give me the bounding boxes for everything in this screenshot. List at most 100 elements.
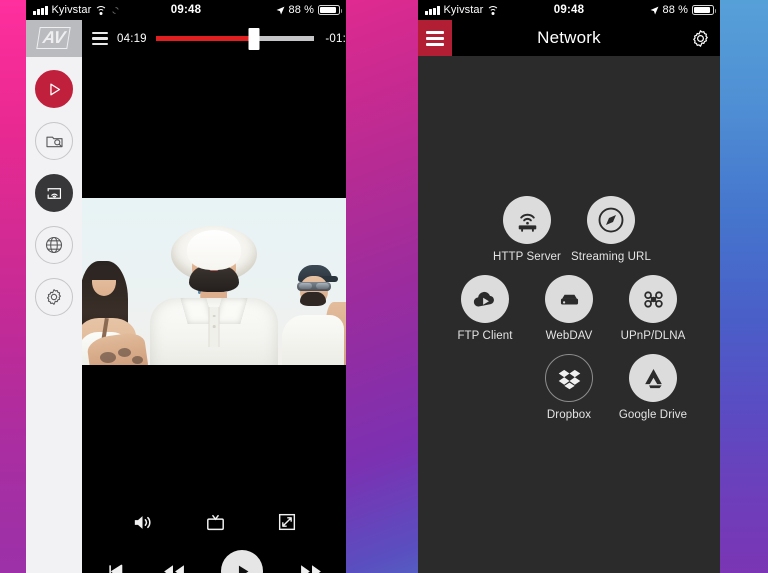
sync-icon xyxy=(112,6,120,14)
dropbox-icon xyxy=(545,354,593,402)
hard-drive-icon xyxy=(545,275,593,323)
network-header: Network xyxy=(418,20,720,56)
service-dropbox[interactable]: Dropbox xyxy=(527,354,611,421)
service-google-drive[interactable]: Google Drive xyxy=(611,354,695,421)
hamburger-menu-icon[interactable] xyxy=(92,31,108,46)
tv-icon xyxy=(207,514,224,530)
player-controls-secondary-row xyxy=(82,505,346,539)
folder-search-icon xyxy=(45,136,63,147)
sidebar-item-browser[interactable] xyxy=(35,226,73,264)
network-services-grid: HTTP Server Streaming URL FTP Client Web… xyxy=(418,56,720,573)
status-bar-right-group: 88 % xyxy=(650,4,720,16)
status-bar-left: Kyivstar 09:48 88 % xyxy=(26,0,346,20)
rewind-button[interactable] xyxy=(161,559,186,573)
left-phone-body: AV 04:19 -01: xyxy=(26,20,346,573)
app-logo-label: AV xyxy=(36,27,72,50)
sidebar-item-settings[interactable] xyxy=(35,278,73,316)
service-ftp-client[interactable]: FTP Client xyxy=(443,275,527,342)
speaker-volume-icon xyxy=(135,515,151,529)
wifi-icon xyxy=(487,5,500,15)
player-topbar: 04:19 -01: xyxy=(82,20,346,57)
volume-button[interactable] xyxy=(131,511,154,534)
share-nodes-icon xyxy=(629,275,677,323)
play-icon xyxy=(49,83,60,95)
seek-slider[interactable] xyxy=(155,27,315,50)
video-figure-woman-fringe xyxy=(89,264,119,280)
service-streaming-url[interactable]: Streaming URL xyxy=(569,196,653,263)
battery-icon xyxy=(692,5,716,15)
carrier-label: Kyivstar xyxy=(51,4,92,16)
battery-icon xyxy=(318,5,342,15)
app-logo: AV xyxy=(26,20,82,57)
service-label: FTP Client xyxy=(457,330,513,342)
page-title: Network xyxy=(537,28,601,47)
right-phone-body: Network HTTP Server Streaming URL FTP Cl… xyxy=(418,20,720,573)
sidebar-item-play[interactable] xyxy=(35,70,73,108)
video-figure-man-button-2 xyxy=(212,324,216,328)
play-icon xyxy=(238,565,249,573)
skip-previous-icon xyxy=(109,564,123,573)
gear-icon xyxy=(47,289,61,305)
network-grid-row: HTTP Server Streaming URL xyxy=(418,196,720,263)
globe-icon xyxy=(45,236,63,254)
previous-track-button[interactable] xyxy=(104,561,125,573)
video-tattoo-1 xyxy=(100,352,116,363)
status-bar-right-group: 88 % xyxy=(276,4,346,16)
player-controls xyxy=(82,365,346,573)
video-figure-man-button-1 xyxy=(212,314,216,318)
airplay-tv-button[interactable] xyxy=(205,512,226,533)
elapsed-time-label: 04:19 xyxy=(117,32,147,45)
video-figure-man-hat-crown xyxy=(187,229,241,270)
phone-left-media-player: Kyivstar 09:48 88 % AV 04:19 -01: xyxy=(26,0,346,573)
battery-percent-label: 88 % xyxy=(662,4,688,16)
aspect-ratio-icon xyxy=(278,513,295,531)
network-grid-row: FTP Client WebDAV UPnP/DLNA xyxy=(418,275,720,342)
location-arrow-icon xyxy=(276,6,284,14)
aspect-ratio-button[interactable] xyxy=(277,512,297,532)
network-grid-row: Dropbox Google Drive xyxy=(418,354,720,421)
service-label: Dropbox xyxy=(546,409,592,421)
left-sidebar xyxy=(26,57,82,573)
cast-wifi-icon xyxy=(47,187,61,199)
video-figure-man2-sunglasses xyxy=(297,281,331,291)
location-arrow-icon xyxy=(650,6,658,14)
signal-bars-icon xyxy=(425,5,440,15)
player-controls-primary-row xyxy=(82,549,346,573)
sidebar-item-media-library[interactable] xyxy=(35,122,73,160)
compass-icon xyxy=(587,196,635,244)
video-tattoo-3 xyxy=(132,356,143,364)
wifi-router-icon xyxy=(503,196,551,244)
gear-icon xyxy=(692,29,708,47)
status-bar-left-group: Kyivstar xyxy=(418,4,500,16)
signal-bars-icon xyxy=(33,5,48,15)
carrier-label: Kyivstar xyxy=(443,4,484,16)
service-webdav[interactable]: WebDAV xyxy=(527,275,611,342)
remaining-time-label: -01: xyxy=(325,32,346,45)
service-label: WebDAV xyxy=(545,330,593,342)
service-label: HTTP Server xyxy=(493,251,561,263)
settings-button[interactable] xyxy=(680,20,720,56)
cloud-play-icon xyxy=(461,275,509,323)
wifi-icon xyxy=(95,5,108,15)
service-http-server[interactable]: HTTP Server xyxy=(485,196,569,263)
phone-right-network-screen: Kyivstar 09:48 88 % Network HTTP Server … xyxy=(418,0,720,573)
menu-button[interactable] xyxy=(418,20,452,56)
seek-handle[interactable] xyxy=(248,27,260,50)
service-label: Streaming URL xyxy=(571,251,651,263)
battery-percent-label: 88 % xyxy=(288,4,314,16)
service-upnp-dlna[interactable]: UPnP/DLNA xyxy=(611,275,695,342)
video-figure-man2-beard xyxy=(300,291,326,306)
status-bar-right: Kyivstar 09:48 88 % xyxy=(418,0,720,20)
seek-progress xyxy=(155,36,255,41)
service-label: Google Drive xyxy=(618,409,688,421)
rewind-icon xyxy=(163,564,184,573)
status-bar-left-group: Kyivstar xyxy=(26,4,120,16)
video-surface[interactable] xyxy=(82,198,346,365)
fast-forward-button[interactable] xyxy=(299,559,324,573)
video-figure-man2-torso xyxy=(282,314,344,365)
sidebar-item-network-stream[interactable] xyxy=(35,174,73,212)
hamburger-menu-icon xyxy=(426,30,444,46)
fast-forward-icon xyxy=(301,564,321,573)
google-drive-icon xyxy=(629,354,677,402)
play-pause-button[interactable] xyxy=(221,550,264,573)
